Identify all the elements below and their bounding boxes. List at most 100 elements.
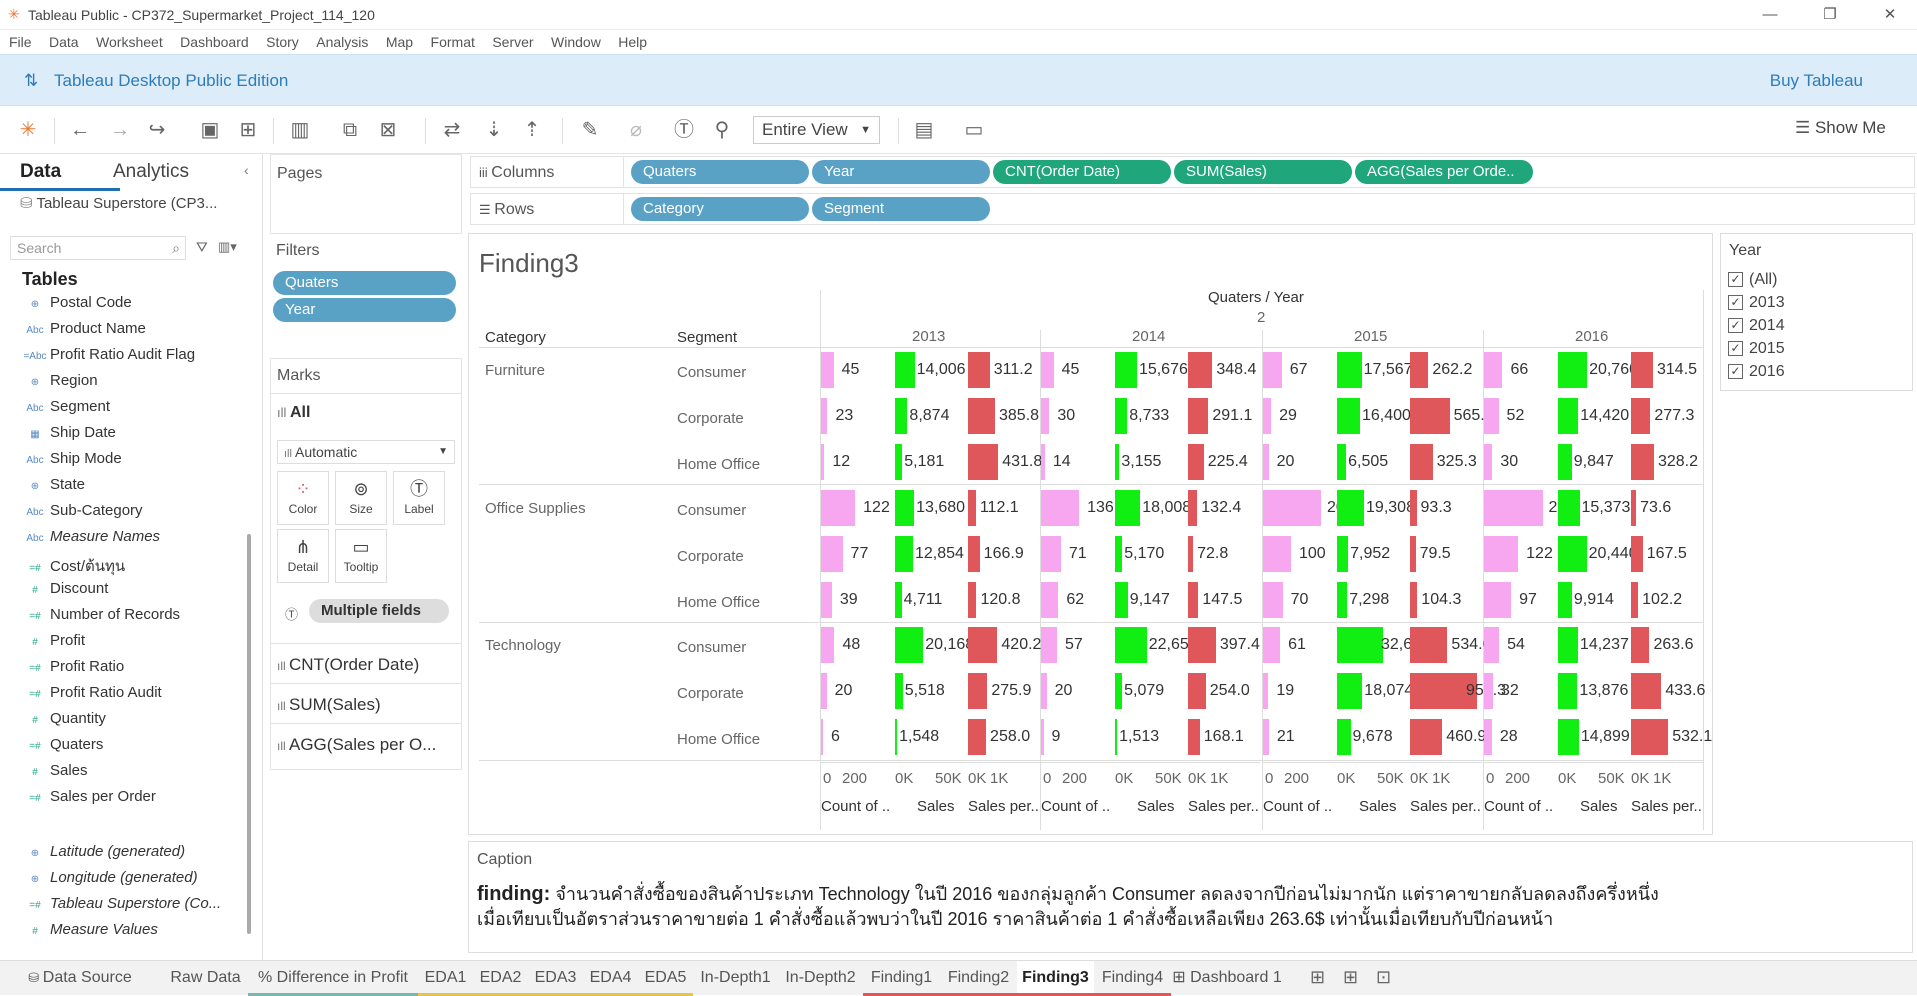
column-pill-year[interactable]: Year	[812, 160, 990, 184]
field-item[interactable]: Abc Segment	[20, 398, 110, 424]
clear-sheet-icon[interactable]: ⊠	[376, 118, 400, 142]
datasource-name[interactable]: ⛁ Tableau Superstore (CP3...	[20, 194, 217, 212]
new-worksheet-icon[interactable]: ▥	[288, 118, 312, 142]
year-filter-option[interactable]: ✓ 2016	[1728, 363, 1785, 381]
menu-format[interactable]: Format	[431, 30, 475, 54]
sort-descending-icon[interactable]: ⇡	[520, 118, 544, 142]
sheet-tab[interactable]: EDA1	[418, 961, 473, 996]
year-filter-option[interactable]: ✓ 2013	[1728, 294, 1785, 312]
collapse-icon[interactable]: ‹	[244, 162, 249, 178]
field-item[interactable]: =Abc Profit Ratio Audit Flag	[20, 346, 195, 372]
tab-data[interactable]: Data	[20, 154, 61, 190]
new-datasource-icon[interactable]: ⊞	[236, 118, 260, 142]
menu-worksheet[interactable]: Worksheet	[96, 30, 163, 54]
field-item[interactable]: =# Year	[20, 817, 80, 843]
mark-type-select[interactable]: ıll Automatic ▼	[277, 440, 455, 464]
filters-shelf[interactable]: Filters Quaters Year	[270, 233, 462, 351]
sheet-tab[interactable]: ⊞ Dashboard 1	[1171, 961, 1283, 996]
column-pill-spo[interactable]: AGG(Sales per Orde..	[1355, 160, 1533, 184]
replay-icon[interactable]: ↪	[145, 118, 169, 142]
marks-measure-sales[interactable]: ıll SUM(Sales)	[277, 695, 381, 715]
row-pill-segment[interactable]: Segment	[812, 197, 990, 221]
sheet-tab[interactable]: Finding3	[1017, 961, 1094, 996]
checkbox-icon[interactable]: ✓	[1728, 272, 1743, 288]
presentation-icon[interactable]: ▭	[962, 118, 986, 142]
view-options-icon[interactable]: ▥▾	[218, 239, 237, 255]
filter-icon[interactable]: ⛛	[196, 239, 208, 256]
sheet-tab[interactable]: EDA5	[638, 961, 693, 996]
new-worksheet-icon[interactable]: ⊞	[1310, 967, 1325, 988]
save-icon[interactable]: ▣	[198, 118, 222, 142]
filter-pill-year[interactable]: Year	[273, 298, 456, 322]
menu-analysis[interactable]: Analysis	[316, 30, 368, 54]
year-filter-option[interactable]: ✓ 2014	[1728, 317, 1785, 335]
field-item[interactable]: =# Profit Ratio Audit	[20, 684, 161, 710]
field-item[interactable]: # Discount	[20, 580, 108, 606]
year-filter-option[interactable]: ✓ (All)	[1728, 271, 1777, 289]
color-button[interactable]: ⁘ Color	[277, 471, 329, 525]
minimize-icon[interactable]: —	[1755, 4, 1785, 26]
scrollbar[interactable]	[247, 534, 251, 934]
field-item[interactable]: Abc Product Name	[20, 320, 146, 346]
column-pill-quaters[interactable]: Quaters	[631, 160, 809, 184]
menu-dashboard[interactable]: Dashboard	[180, 30, 249, 54]
duplicate-icon[interactable]: ⧉	[338, 118, 362, 142]
sheet-tab[interactable]: Finding2	[940, 961, 1017, 996]
checkbox-icon[interactable]: ✓	[1728, 318, 1743, 334]
sheet-tab[interactable]: Raw Data	[163, 961, 248, 996]
sheet-tab[interactable]: % Difference in Profit	[248, 961, 418, 996]
sort-ascending-icon[interactable]: ⇣	[482, 118, 506, 142]
redo-icon[interactable]: →	[108, 118, 132, 142]
labels-icon[interactable]: Ⓣ	[672, 118, 696, 142]
sheet-tab[interactable]: EDA3	[528, 961, 583, 996]
marks-measure-count[interactable]: ıll CNT(Order Date)	[277, 655, 419, 675]
field-item[interactable]: # Sales	[20, 762, 87, 788]
view-mode-select[interactable]: Entire View ▼	[753, 116, 880, 144]
field-item[interactable]: ⊕ Longitude (generated)	[20, 869, 198, 895]
filter-pill-quaters[interactable]: Quaters	[273, 271, 456, 295]
buy-tableau-link[interactable]: Buy Tableau	[1770, 71, 1863, 91]
tab-data-source[interactable]: ⛁ Data Source	[0, 961, 160, 996]
rows-shelf[interactable]: ☰ Rows Category Segment	[470, 193, 1915, 225]
new-story-icon[interactable]: ⊡	[1376, 967, 1391, 988]
menu-data[interactable]: Data	[49, 30, 79, 54]
tooltip-button[interactable]: ▭ Tooltip	[335, 529, 387, 583]
field-item[interactable]: =# Sales per Order	[20, 788, 156, 814]
undo-icon[interactable]: ←	[68, 118, 92, 142]
menu-map[interactable]: Map	[386, 30, 413, 54]
detail-button[interactable]: ⋔ Detail	[277, 529, 329, 583]
tab-analytics[interactable]: Analytics	[113, 154, 189, 190]
field-item[interactable]: ⊕ State	[20, 476, 85, 502]
checkbox-icon[interactable]: ✓	[1728, 341, 1743, 357]
sheet-tab[interactable]: In-Depth2	[778, 961, 863, 996]
row-pill-category[interactable]: Category	[631, 197, 809, 221]
marks-all[interactable]: ıll All	[277, 404, 310, 422]
sheet-tab[interactable]: In-Depth1	[693, 961, 778, 996]
sheet-tab[interactable]: EDA2	[473, 961, 528, 996]
close-icon[interactable]: ✕	[1875, 4, 1905, 26]
checkbox-icon[interactable]: ✓	[1728, 364, 1743, 380]
field-item[interactable]: =# Quaters	[20, 736, 103, 762]
search-input[interactable]: Search ⌕	[10, 236, 186, 260]
field-item[interactable]: ▦ Ship Date	[20, 424, 116, 450]
column-pill-count[interactable]: CNT(Order Date)	[993, 160, 1171, 184]
highlight-icon[interactable]: ✎	[578, 118, 602, 142]
field-item[interactable]: ⊕ Latitude (generated)	[20, 843, 185, 869]
checkbox-icon[interactable]: ✓	[1728, 295, 1743, 311]
field-item[interactable]: ⊕ Region	[20, 372, 98, 398]
menu-server[interactable]: Server	[492, 30, 533, 54]
tableau-icon[interactable]: ✳	[16, 118, 40, 142]
field-item[interactable]: Abc Ship Mode	[20, 450, 121, 476]
new-dashboard-icon[interactable]: ⊞	[1343, 967, 1358, 988]
sheet-tab[interactable]: Finding4	[1094, 961, 1171, 996]
sheet-tab[interactable]: Finding1	[863, 961, 940, 996]
attach-icon[interactable]: ⌀	[624, 118, 648, 142]
menu-window[interactable]: Window	[551, 30, 601, 54]
field-item[interactable]: # Quantity	[20, 710, 106, 736]
menu-file[interactable]: File	[9, 30, 32, 54]
field-item[interactable]: =# Tableau Superstore (Co...	[20, 895, 221, 921]
field-item[interactable]: =# Cost/ต้นทุน	[20, 554, 125, 580]
columns-shelf[interactable]: iii Columns Quaters Year CNT(Order Date)…	[470, 156, 1915, 188]
swap-icon[interactable]: ⇄	[440, 118, 464, 142]
column-pill-sales[interactable]: SUM(Sales)	[1174, 160, 1352, 184]
